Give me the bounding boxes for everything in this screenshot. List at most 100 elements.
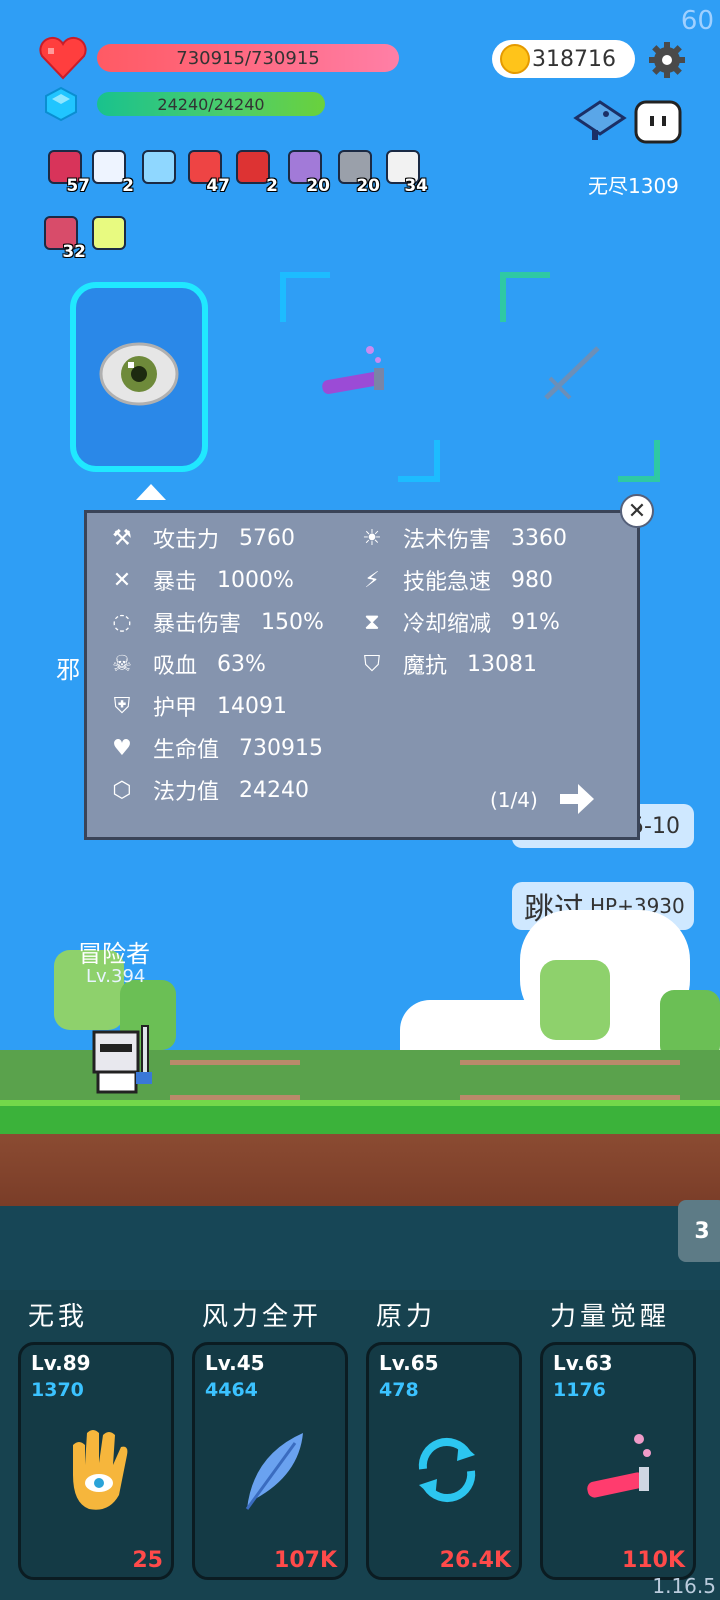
stat-row: ♥ 生命值 730915 (105, 731, 323, 765)
skill-card[interactable]: Lv.65 478 26.4K (366, 1342, 522, 1580)
skill-upgrade-cost: 110K (622, 1548, 685, 1573)
inventory-item[interactable]: 47 (188, 150, 230, 196)
stat-value: 24240 (239, 777, 310, 803)
tree (540, 960, 610, 1040)
stat-label: 生命值 (153, 738, 220, 763)
stat-label: 护甲 (153, 696, 198, 721)
fish-pet-icon[interactable] (572, 98, 630, 144)
water (0, 1206, 720, 1290)
item-count: 47 (206, 176, 230, 196)
item-count: 32 (62, 242, 86, 262)
eye-item-icon (99, 342, 179, 406)
partial-label: 邪 (56, 656, 80, 684)
knight-hero-icon[interactable] (88, 1024, 160, 1096)
fps-counter: 60 (680, 6, 714, 36)
item-count: 57 (66, 176, 90, 196)
stat-value: 63% (217, 651, 266, 677)
item-count: 20 (356, 176, 380, 196)
skill-card[interactable]: Lv.45 4464 107K (192, 1342, 348, 1580)
inventory-item[interactable]: 2 (236, 150, 278, 196)
coin-amount: 318716 (532, 46, 616, 72)
feather-icon (233, 1425, 313, 1515)
sun-icon: ☀ (362, 525, 382, 551)
stat-value: 1000% (217, 567, 294, 593)
ghost-pet-icon[interactable] (632, 98, 684, 148)
version-label: 1.16.5 (652, 1574, 716, 1598)
equipment-slot-3[interactable] (500, 272, 660, 482)
axe-icon: ⚒ (112, 525, 132, 551)
stats-page-indicator: (1/4) (490, 788, 538, 812)
hourglass-icon: ⧗ (364, 609, 380, 635)
stat-row: ⛉ 魔抗 13081 (355, 647, 537, 681)
mp-bar: 24240/24240 (97, 92, 325, 116)
mp-text: 24240/24240 (157, 94, 265, 114)
skill-title: 风力全开 (202, 1302, 323, 1332)
endless-stage-label: 无尽1309 (588, 174, 679, 198)
inventory-item[interactable]: 34 (386, 150, 428, 196)
skill-level: Lv.65 (379, 1351, 439, 1375)
skill-level: Lv.45 (205, 1351, 265, 1375)
player-level: Lv.394 (86, 966, 146, 987)
item-count: 2 (122, 176, 134, 196)
skill-power: 1176 (553, 1379, 606, 1401)
potion-icon (581, 1425, 661, 1515)
fence (170, 1060, 300, 1100)
stat-value: 14091 (217, 693, 288, 719)
stat-value: 3360 (511, 525, 568, 551)
stat-label: 暴击 (153, 570, 198, 595)
stat-value: 150% (261, 609, 324, 635)
inventory-item[interactable]: 20 (338, 150, 380, 196)
skill-title: 力量觉醒 (550, 1302, 671, 1332)
inventory-item[interactable]: 32 (44, 216, 86, 262)
hp-text: 730915/730915 (176, 47, 320, 69)
eye-hand-icon (59, 1425, 139, 1515)
magnet-icon (236, 150, 270, 184)
stat-label: 法力值 (153, 780, 220, 805)
stat-value: 980 (511, 567, 554, 593)
stat-row: ☠ 吸血 63% (105, 647, 266, 681)
skill-upgrade-cost: 25 (132, 1548, 163, 1573)
stat-label: 攻击力 (153, 528, 220, 553)
skull-icon: ☠ (112, 651, 132, 677)
fork-icon (544, 346, 600, 400)
stat-value: 5760 (239, 525, 296, 551)
settings-gear-icon[interactable] (647, 40, 687, 80)
stat-label: 魔抗 (403, 654, 448, 679)
cloud-icon (92, 150, 126, 184)
skill-title: 原力 (376, 1302, 437, 1332)
inventory-item[interactable]: 2 (92, 150, 134, 196)
skill-upgrade-cost: 107K (274, 1548, 337, 1573)
stat-label: 技能急速 (403, 570, 492, 595)
item-count: 2 (266, 176, 278, 196)
stage-tab[interactable]: 3 (678, 1200, 720, 1262)
inventory-item[interactable]: 57 (48, 150, 90, 196)
ground-dirt (0, 1134, 720, 1206)
skill-power: 4464 (205, 1379, 258, 1401)
stat-label: 暴击伤害 (153, 612, 242, 637)
coin-counter[interactable]: 318716 (492, 40, 635, 78)
selection-pointer-icon (136, 484, 166, 500)
next-page-arrow-icon[interactable] (560, 782, 596, 816)
skill-level: Lv.89 (31, 1351, 91, 1375)
equipment-slot-2[interactable] (280, 272, 440, 482)
inventory-item[interactable] (92, 216, 130, 254)
coin-icon (500, 44, 530, 74)
fence (460, 1060, 680, 1100)
inventory-item[interactable]: 20 (288, 150, 330, 196)
inventory-item[interactable] (142, 150, 180, 188)
magnifier-icon (142, 150, 176, 184)
mana-crystal-icon: ⬡ (112, 777, 132, 803)
stat-row: ☀ 法术伤害 3360 (355, 521, 567, 555)
armor-icon: ⛨ (113, 693, 131, 719)
close-button[interactable]: ✕ (620, 494, 654, 528)
equipment-slot-selected[interactable] (70, 282, 208, 472)
magic-shield-icon: ⛉ (363, 651, 381, 677)
stat-value: 91% (511, 609, 560, 635)
stat-row: ⚡ 技能急速 980 (355, 563, 553, 597)
crit-icon: ✕ (112, 567, 132, 593)
item-count: 20 (306, 176, 330, 196)
skill-card[interactable]: Lv.63 1176 110K (540, 1342, 696, 1580)
skill-power: 478 (379, 1379, 419, 1401)
skill-card[interactable]: Lv.89 1370 25 (18, 1342, 174, 1580)
stat-row: ⛨ 护甲 14091 (105, 689, 287, 723)
